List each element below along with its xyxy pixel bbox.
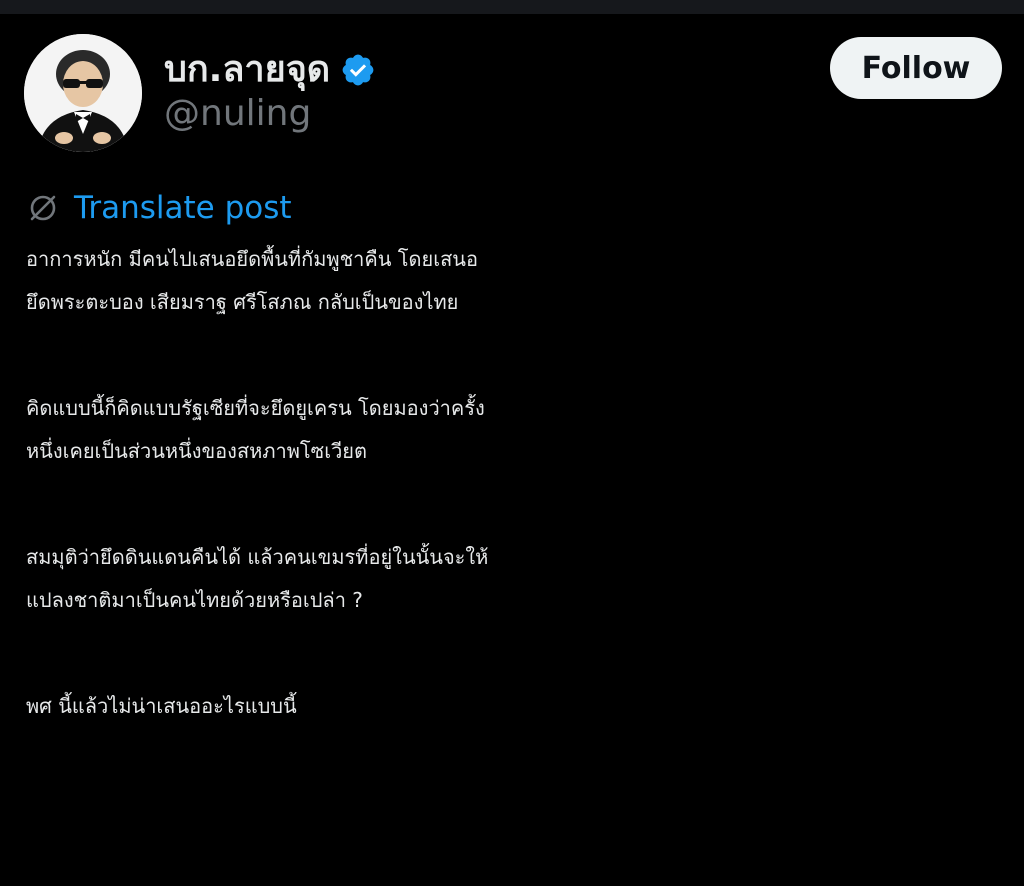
translate-post-row[interactable]: Translate post xyxy=(26,188,292,228)
post-line: อาการหนัก มีคนไปเสนอยึดพื้นที่กัมพูชาคืน… xyxy=(26,247,478,271)
author-name-row: บก.ลายจุด xyxy=(164,42,376,98)
avatar[interactable] xyxy=(24,34,142,152)
post-line: แปลงชาติมาเป็นคนไทยด้วยหรือเปล่า ? xyxy=(26,588,363,612)
post-line: สมมุติว่ายึดดินแดนคืนได้ แล้วคนเขมรที่อย… xyxy=(26,545,489,569)
translate-post-link[interactable]: Translate post xyxy=(74,190,292,226)
post-paragraph: คิดแบบนี้ก็คิดแบบรัฐเซียที่จะยึดยูเครน โ… xyxy=(26,387,1006,473)
post-body: อาการหนัก มีคนไปเสนอยึดพื้นที่กัมพูชาคืน… xyxy=(26,238,1006,791)
post-line: พศ นี้แล้วไม่น่าเสนออะไรแบบนี้ xyxy=(26,694,297,718)
display-name[interactable]: บก.ลายจุด xyxy=(164,52,330,88)
author-handle[interactable]: @nuling xyxy=(164,96,311,132)
top-bar xyxy=(0,0,1024,14)
post-line: ยึดพระตะบอง เสียมราฐ ศรีโสภณ กลับเป็นของ… xyxy=(26,290,459,314)
post-line: หนึ่งเคยเป็นส่วนหนึ่งของสหภาพโซเวียต xyxy=(26,439,368,463)
post-paragraph: พศ นี้แล้วไม่น่าเสนออะไรแบบนี้ xyxy=(26,685,1006,728)
post-paragraph: อาการหนัก มีคนไปเสนอยึดพื้นที่กัมพูชาคืน… xyxy=(26,238,1006,324)
avatar-image xyxy=(24,34,142,152)
verified-badge-icon[interactable] xyxy=(340,52,376,88)
globe-slash-icon xyxy=(26,191,60,225)
post-paragraph: สมมุติว่ายึดดินแดนคืนได้ แล้วคนเขมรที่อย… xyxy=(26,536,1006,622)
follow-button[interactable]: Follow xyxy=(830,37,1002,99)
post-line: คิดแบบนี้ก็คิดแบบรัฐเซียที่จะยึดยูเครน โ… xyxy=(26,396,485,420)
